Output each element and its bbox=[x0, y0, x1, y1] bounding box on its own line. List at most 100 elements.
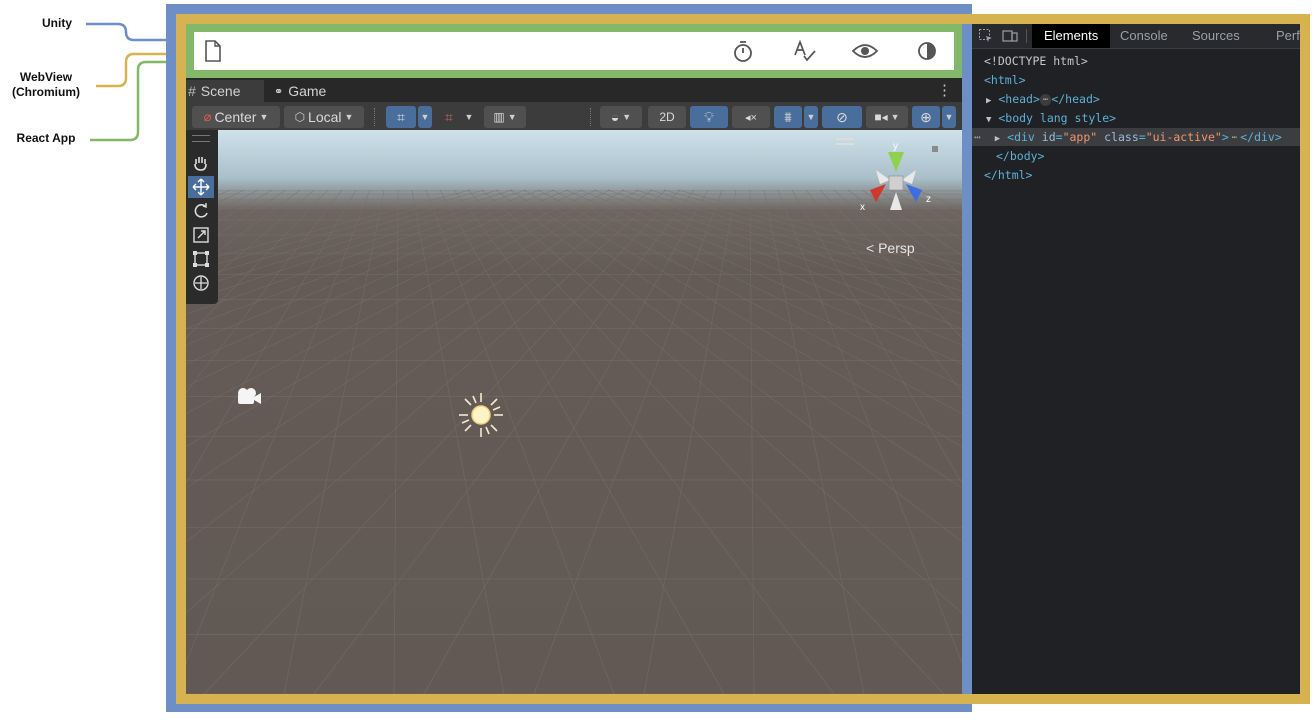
space-dropdown[interactable]: ⬡ Local ▼ bbox=[284, 106, 364, 128]
scene-view[interactable]: y x z < Persp bbox=[186, 130, 962, 694]
grid-line bbox=[186, 189, 625, 448]
kebab-menu-icon[interactable]: ⋮ bbox=[937, 81, 952, 99]
grid-visibility-dropdown[interactable]: ▥ ▼ bbox=[484, 106, 526, 128]
dom-app-div-node[interactable]: ⋯ ▶ <div id="app" class="ui-active"> ⋯ </d… bbox=[972, 128, 1300, 146]
increment-snap-button[interactable]: ⌗ bbox=[438, 106, 460, 128]
dom-html-open[interactable]: <html> bbox=[984, 71, 1026, 89]
grid-snap-dropdown[interactable]: ▼ bbox=[418, 106, 432, 128]
grid-line bbox=[393, 189, 399, 694]
orientation-gizmo[interactable]: y x z bbox=[846, 138, 946, 228]
lighting-toggle[interactable]: 💡︎ bbox=[690, 106, 728, 128]
tab-sources[interactable]: Sources bbox=[1192, 24, 1240, 48]
collapsed-ellipsis-icon[interactable]: ⋯ bbox=[1039, 93, 1052, 106]
gizmo-y-cone[interactable] bbox=[888, 152, 904, 172]
expand-triangle-icon[interactable]: ▶ bbox=[986, 96, 991, 106]
device-toolbar-icon[interactable] bbox=[1002, 28, 1018, 44]
tab-console[interactable]: Console bbox=[1120, 24, 1168, 48]
spellcheck-icon[interactable] bbox=[792, 38, 818, 64]
grid-line bbox=[186, 189, 597, 387]
gizmos-toggle[interactable]: ⊕ bbox=[912, 106, 940, 128]
scene-visibility-toggle[interactable]: ⊘ bbox=[822, 106, 862, 128]
camera-dropdown[interactable]: ■◂ ▼ bbox=[866, 106, 908, 128]
increment-snap-icon: ⌗ bbox=[445, 108, 453, 125]
move-tool[interactable] bbox=[188, 176, 214, 198]
projection-toggle[interactable]: < Persp bbox=[866, 240, 915, 256]
tab-elements[interactable]: Elements bbox=[1032, 24, 1111, 48]
light-sun-icon[interactable] bbox=[456, 390, 506, 440]
eye-icon[interactable] bbox=[852, 38, 878, 64]
gizmos-dropdown[interactable]: ▼ bbox=[942, 106, 956, 128]
editor-tabbar: # Scene ⚭ Game ⋮ bbox=[186, 78, 962, 102]
dom-head-node[interactable]: ▶ <head> ⋯ </head> bbox=[986, 90, 1100, 108]
grid-line bbox=[186, 189, 527, 303]
gizmo-x-cone[interactable] bbox=[870, 184, 886, 202]
dom-body-node[interactable]: ▼ <body lang style> bbox=[986, 109, 1116, 127]
chevron-down-icon: ▼ bbox=[259, 112, 269, 122]
expand-triangle-icon[interactable]: ▶ bbox=[995, 134, 1000, 144]
contrast-icon[interactable] bbox=[914, 38, 940, 64]
audio-toggle[interactable]: ◂× bbox=[732, 106, 770, 128]
rotate-tool[interactable] bbox=[188, 200, 214, 222]
tab-scene[interactable]: # Scene bbox=[186, 80, 264, 102]
collapsed-ellipsis-icon[interactable]: ⋯ bbox=[1228, 131, 1241, 144]
space-label: Local bbox=[308, 109, 342, 125]
gizmo-x-label: x bbox=[860, 202, 865, 213]
tools-overlay bbox=[186, 130, 218, 304]
rect-tool[interactable] bbox=[188, 248, 214, 270]
dom-doctype[interactable]: <!DOCTYPE html> bbox=[984, 52, 1088, 70]
dom-head-open: <head> bbox=[998, 92, 1040, 106]
grid-line bbox=[917, 189, 962, 210]
effects-icon: ⩩ bbox=[784, 108, 792, 125]
grid-line bbox=[889, 189, 962, 229]
increment-snap-dropdown[interactable]: ▼ bbox=[462, 106, 476, 128]
chevron-down-icon: ▼ bbox=[420, 112, 430, 122]
dom-body-close[interactable]: </body> bbox=[996, 147, 1044, 165]
toolbar-separator bbox=[590, 108, 593, 126]
grid-line bbox=[819, 189, 962, 339]
gizmo-globe-icon: ⊕ bbox=[920, 108, 932, 125]
file-icon[interactable] bbox=[200, 38, 226, 64]
grid-line bbox=[763, 189, 865, 694]
scale-tool[interactable] bbox=[188, 224, 214, 246]
chevron-down-icon: ▼ bbox=[464, 112, 474, 122]
pivot-dropdown[interactable]: ⌀ Center ▼ bbox=[192, 106, 280, 128]
transform-tool[interactable] bbox=[188, 272, 214, 294]
devtools-tabbar: Elements Console Sources Perf bbox=[972, 24, 1300, 49]
gizmo-z-cone[interactable] bbox=[906, 184, 922, 202]
projection-label: Persp bbox=[878, 240, 915, 256]
transform-icon bbox=[193, 275, 209, 291]
grid-line bbox=[509, 189, 962, 489]
stopwatch-icon[interactable] bbox=[730, 38, 756, 64]
tab-game[interactable]: ⚭ Game bbox=[264, 80, 354, 102]
toolbar-separator bbox=[374, 108, 377, 126]
lightbulb-icon: 💡︎ bbox=[704, 108, 714, 125]
inspect-element-icon[interactable] bbox=[978, 28, 994, 44]
devtools-panel: Elements Console Sources Perf <!DOCTYPE … bbox=[972, 24, 1300, 694]
grid-snap-button[interactable]: ⌗ bbox=[386, 106, 416, 128]
chevron-down-icon: ▼ bbox=[944, 112, 954, 122]
grid-line bbox=[537, 189, 962, 414]
gizmo-lock-square[interactable] bbox=[932, 146, 938, 152]
camera-gizmo-icon[interactable] bbox=[234, 386, 264, 408]
hand-tool[interactable] bbox=[188, 152, 214, 174]
gizmo-neg-cone[interactable] bbox=[876, 170, 890, 184]
gizmo-neg-cone[interactable] bbox=[902, 170, 916, 184]
more-options-icon[interactable]: ⋯ bbox=[974, 130, 981, 144]
grid-line bbox=[186, 189, 583, 365]
tab-performance[interactable]: Perf bbox=[1276, 24, 1300, 48]
webview-viewport: # Scene ⚭ Game ⋮ ⌀ Center ▼ ⬡ Local ▼ ⌗ … bbox=[186, 24, 1300, 694]
grid-line bbox=[861, 189, 962, 256]
tools-handle[interactable] bbox=[192, 135, 210, 142]
gizmo-neg-cone[interactable] bbox=[890, 192, 902, 210]
webview-connector bbox=[96, 52, 176, 88]
grid-line bbox=[749, 189, 755, 694]
shading-mode-dropdown[interactable]: ◒ ▼ bbox=[600, 106, 642, 128]
effects-dropdown[interactable]: ▼ bbox=[804, 106, 818, 128]
effects-toggle[interactable]: ⩩ bbox=[774, 106, 802, 128]
react-app-frame bbox=[186, 24, 962, 78]
gizmo-center-cube[interactable] bbox=[888, 175, 904, 191]
collapse-triangle-icon[interactable]: ▼ bbox=[986, 115, 991, 125]
chevron-left-icon: < bbox=[866, 240, 875, 256]
dom-html-close[interactable]: </html> bbox=[984, 166, 1032, 184]
mode-2d-toggle[interactable]: 2D bbox=[648, 106, 686, 128]
